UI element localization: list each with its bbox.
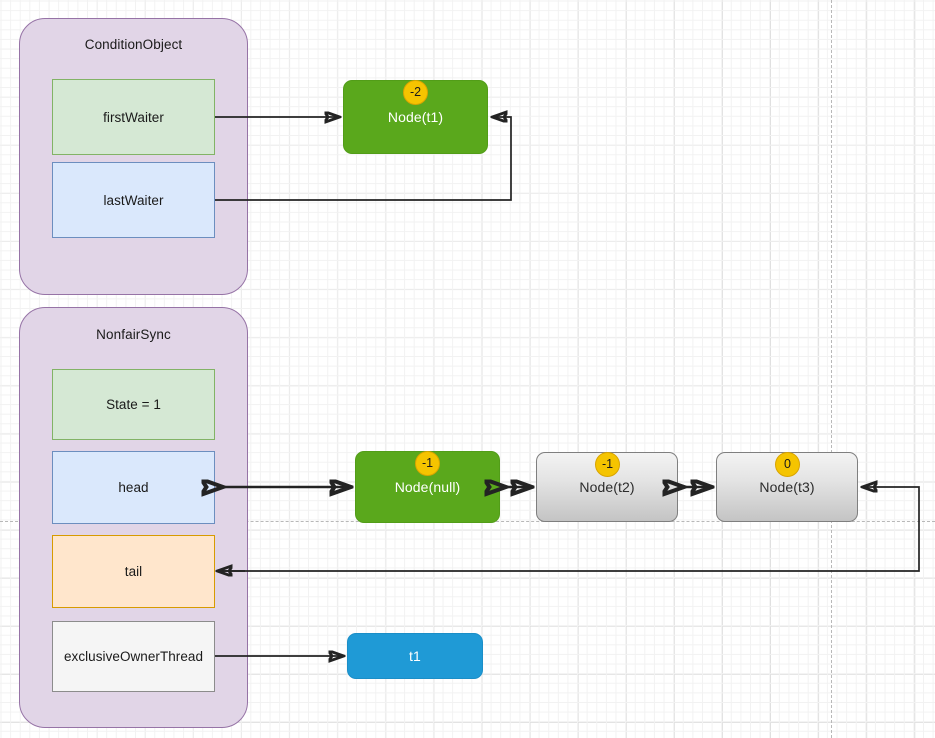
node-t3-label: Node(t3) (759, 479, 815, 495)
field-head[interactable]: head (52, 451, 215, 524)
node-null-wait-status-badge: -1 (415, 451, 440, 476)
node-t3-wait-status-badge: 0 (775, 452, 800, 477)
field-first-waiter-label: firstWaiter (103, 109, 164, 125)
field-tail-label: tail (124, 564, 143, 579)
thread-t1-label: t1 (409, 648, 421, 664)
field-tail[interactable]: tail (52, 535, 215, 608)
node-null-label: Node(null) (394, 479, 461, 495)
field-state[interactable]: State = 1 (52, 369, 215, 440)
field-last-waiter[interactable]: lastWaiter (52, 162, 215, 238)
field-exclusive-owner-thread[interactable]: exclusiveOwnerThread (52, 621, 215, 692)
field-head-label: head (118, 480, 149, 495)
field-state-label: State = 1 (106, 397, 161, 412)
group-nonfair-sync-title: NonfairSync (96, 327, 171, 342)
node-t2-label: Node(t2) (579, 479, 635, 495)
node-t1-wait-status-badge: -2 (403, 80, 428, 105)
field-exclusive-owner-thread-label: exclusiveOwnerThread (63, 649, 204, 664)
node-t1-label: Node(t1) (387, 109, 444, 125)
diagram-canvas: ConditionObject firstWaiter lastWaiter N… (0, 0, 935, 738)
field-first-waiter[interactable]: firstWaiter (52, 79, 215, 155)
node-t2-wait-status-badge: -1 (595, 452, 620, 477)
page-break-vertical (831, 0, 832, 738)
field-last-waiter-label: lastWaiter (103, 192, 164, 208)
group-condition-object[interactable]: ConditionObject (19, 18, 248, 295)
thread-t1[interactable]: t1 (347, 633, 483, 679)
group-condition-object-title: ConditionObject (84, 37, 183, 52)
